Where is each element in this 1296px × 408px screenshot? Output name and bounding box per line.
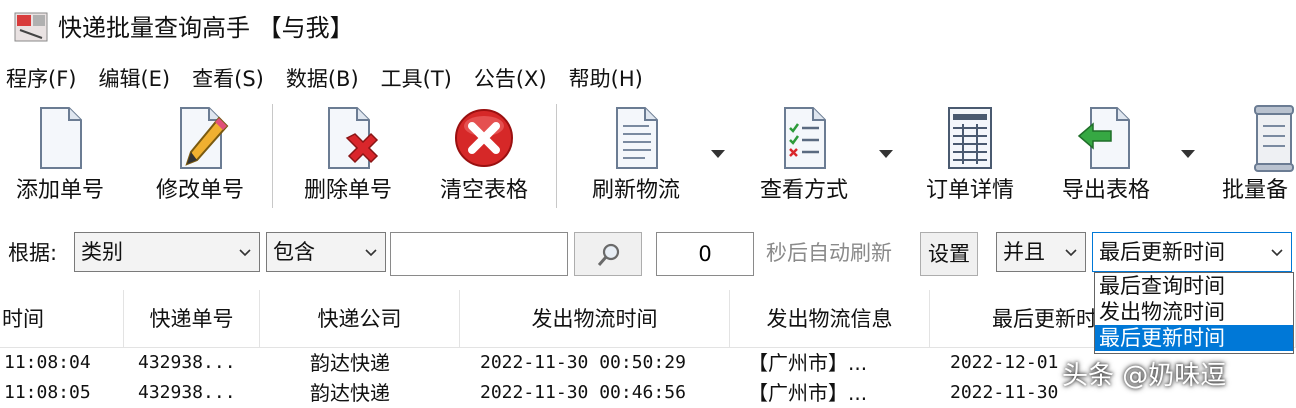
settings-button[interactable]: 设置 [920,232,978,276]
batch-note-label: 批量备 [1222,178,1289,203]
order-detail-button[interactable]: 订单详情 [918,104,1022,210]
view-mode-button[interactable]: 查看方式 [752,104,856,210]
cell-time: 11:08:04 [4,352,91,373]
field-select-value: 类别 [81,240,123,264]
refresh-dropdown-arrow[interactable] [711,150,725,158]
chevron-down-icon [1065,249,1077,257]
operator-select-value: 包含 [273,240,315,264]
logic-select[interactable]: 并且 [996,232,1086,272]
menu-program[interactable]: 程序(F) [6,64,76,94]
refresh-seconds-input[interactable]: 0 [656,232,754,276]
keyword-input[interactable] [390,232,568,276]
add-number-button[interactable]: 添加单号 [10,104,110,210]
cell-number: 432938... [138,382,236,403]
cell-number: 432938... [138,352,236,373]
operator-select[interactable]: 包含 [266,232,386,272]
toolbar-separator [272,104,273,208]
export-dropdown-arrow[interactable] [1181,150,1195,158]
cell-sent-info: 【广州市】... [748,381,868,405]
menu-view[interactable]: 查看(S) [192,64,264,94]
sort-select-value: 最后更新时间 [1099,240,1225,264]
cell-company: 韵达快递 [310,351,390,375]
document-lines-icon [616,107,658,169]
menu-data[interactable]: 数据(B) [286,64,359,94]
grid-document-icon [948,107,992,169]
title-bar: 快递批量查询高手 【与我】 [0,0,1296,60]
export-arrow-icon [1077,107,1130,169]
scroll-icon [1254,105,1294,172]
column-header-sent-time[interactable]: 发出物流时间 [460,290,730,348]
filter-label: 根据: [8,241,58,265]
toolbar: 添加单号 修改单号 删除单号 清空表格 刷新物流 查看方式 订单详情 导出表格 … [0,98,1296,216]
export-table-label: 导出表格 [1061,178,1150,203]
sort-dropdown-list: 最后查询时间 发出物流时间 最后更新时间 [1094,272,1294,354]
batch-note-button[interactable]: 批量备 [1214,104,1296,210]
menu-help[interactable]: 帮助(H) [569,64,643,94]
column-header-sent-info[interactable]: 发出物流信息 [730,290,930,348]
menu-notice[interactable]: 公告(X) [474,64,547,94]
auto-refresh-text: 秒后自动刷新 [766,241,892,265]
clear-table-button[interactable]: 清空表格 [432,104,536,210]
menu-edit[interactable]: 编辑(E) [98,64,170,94]
window-title: 快递批量查询高手 【与我】 [58,14,354,42]
cell-sent-time: 2022-11-30 00:50:29 [480,352,686,373]
delete-number-button[interactable]: 删除单号 [296,104,400,210]
cell-sent-time: 2022-11-30 00:46:56 [480,382,686,403]
order-detail-label: 订单详情 [925,178,1014,203]
document-pencil-icon [180,107,229,169]
edit-number-button[interactable]: 修改单号 [150,104,250,210]
view-mode-dropdown-arrow[interactable] [879,150,893,158]
cell-sent-info: 【广州市】... [748,351,868,375]
column-header-number[interactable]: 快递单号 [124,290,260,348]
sort-option-last-query[interactable]: 最后查询时间 [1095,273,1293,299]
logic-select-value: 并且 [1003,240,1045,264]
menu-bar: 程序(F) 编辑(E) 查看(S) 数据(B) 工具(T) 公告(X) 帮助(H… [0,60,1296,98]
chevron-down-icon [1271,249,1283,257]
toolbar-separator [556,104,557,208]
app-icon [14,12,48,42]
sort-option-last-update[interactable]: 最后更新时间 [1095,325,1293,351]
sort-select[interactable]: 最后更新时间 [1092,232,1292,272]
sort-option-sent-time[interactable]: 发出物流时间 [1095,299,1293,325]
view-mode-label: 查看方式 [759,178,848,203]
red-x-circle-icon [455,109,513,167]
chevron-down-icon [239,249,251,257]
add-number-label: 添加单号 [15,178,104,203]
delete-number-label: 删除单号 [303,178,392,203]
chevron-down-icon [365,249,377,257]
search-button[interactable] [574,232,642,276]
refresh-logistics-button[interactable]: 刷新物流 [584,104,688,210]
cell-time: 11:08:05 [4,382,91,403]
column-header-time[interactable]: 时间 [0,290,124,348]
cell-company: 韵达快递 [310,381,390,405]
export-table-button[interactable]: 导出表格 [1054,104,1158,210]
edit-number-label: 修改单号 [155,178,244,203]
refresh-logistics-label: 刷新物流 [591,178,680,203]
clear-table-label: 清空表格 [439,178,528,203]
document-x-icon [328,107,379,169]
column-header-company[interactable]: 快递公司 [260,290,460,348]
watermark: 头条 @奶味逗 [1062,361,1227,391]
document-icon [40,107,82,169]
menu-tools[interactable]: 工具(T) [381,64,452,94]
checklist-icon [784,107,826,169]
magnifier-icon [597,243,620,266]
field-select[interactable]: 类别 [74,232,260,272]
